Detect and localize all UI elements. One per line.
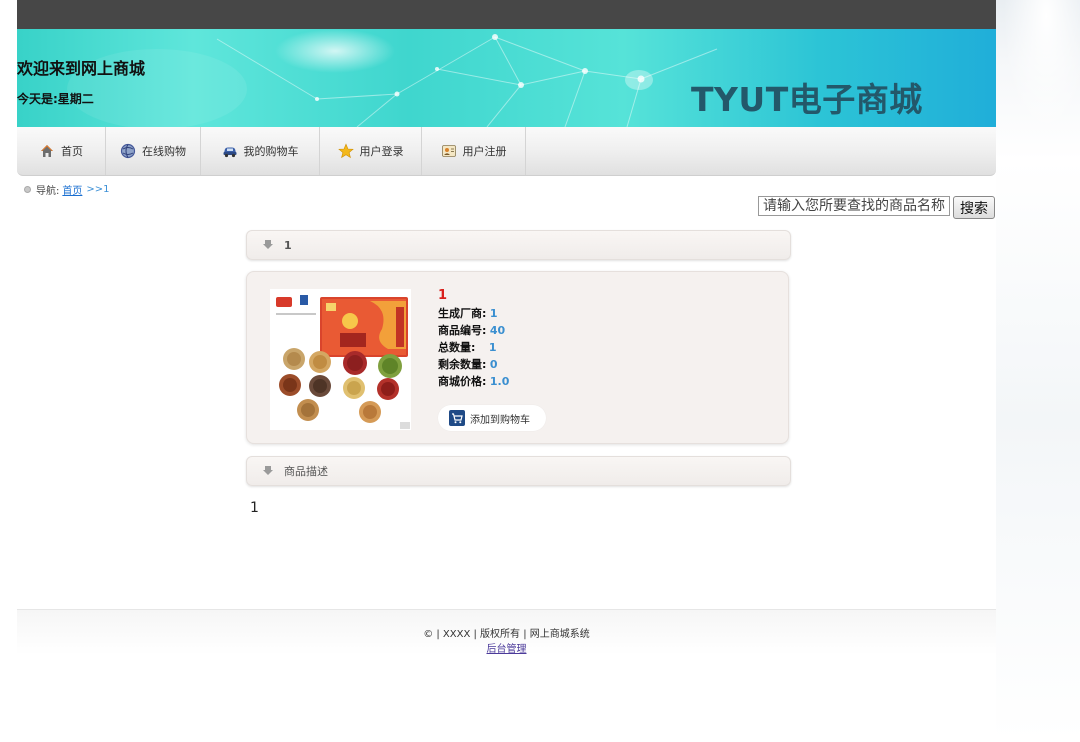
main-navigation: 首页 在线购物 我的购物车 用户登录 用户注册 <box>17 127 996 176</box>
price-label: 商城价格: <box>438 375 487 388</box>
add-to-cart-label: 添加到购物车 <box>470 414 530 426</box>
download-arrow-icon <box>263 240 273 249</box>
nav-item-label: 用户注册 <box>462 145 507 158</box>
add-to-cart-button[interactable]: 添加到购物车 <box>438 405 546 431</box>
nav-item-label: 在线购物 <box>142 145 186 158</box>
footer-admin-line: 后台管理 <box>17 640 996 655</box>
id-card-icon <box>441 145 456 157</box>
page-backdrop <box>996 0 1080 742</box>
nav-item-online-shopping[interactable]: 在线购物 <box>106 127 201 175</box>
remaining-quantity-label: 剩余数量: <box>438 358 487 371</box>
description-section-header: 商品描述 <box>246 456 791 486</box>
bullet-icon <box>24 186 31 193</box>
total-quantity-label: 总数量: <box>438 341 476 354</box>
today-weekday-text: 今天是:星期二 <box>17 92 94 106</box>
page: 欢迎来到网上商城 今天是:星期二 TYUT电子商城 首页 在线购物 我的购物车 … <box>17 0 996 742</box>
header-banner: 欢迎来到网上商城 今天是:星期二 TYUT电子商城 <box>17 29 996 127</box>
nav-item-my-cart[interactable]: 我的购物车 <box>201 127 320 175</box>
manufacturer-value: 1 <box>489 307 498 320</box>
product-description-text: 1 <box>250 500 259 516</box>
footer: © | XXXX | 版权所有 | 网上商城系统 后台管理 <box>17 609 996 655</box>
top-bar <box>17 0 996 29</box>
breadcrumb-prefix: 导航: <box>36 186 60 197</box>
car-icon <box>223 147 236 158</box>
nav-item-label: 我的购物车 <box>243 145 299 158</box>
product-image[interactable] <box>270 289 411 430</box>
site-brand-title: TYUT电子商城 <box>691 80 923 119</box>
welcome-text: 欢迎来到网上商城 <box>17 59 146 78</box>
download-arrow-icon <box>263 466 273 475</box>
nav-item-home[interactable]: 首页 <box>17 127 106 175</box>
shopping-cart-icon <box>449 410 465 426</box>
breadcrumb-current: >>1 <box>86 184 110 195</box>
search-button[interactable]: 搜索 <box>953 196 995 219</box>
remaining-quantity-row: 剩余数量: 0 <box>438 356 509 373</box>
nav-item-user-register[interactable]: 用户注册 <box>422 127 526 175</box>
breadcrumb: 导航: 首页 >>1 <box>24 182 110 197</box>
nav-item-label: 用户登录 <box>359 145 404 158</box>
admin-link[interactable]: 后台管理 <box>487 644 527 655</box>
price-value: 1.0 <box>489 375 510 388</box>
product-section-header: 1 <box>246 230 791 260</box>
globe-icon <box>120 143 136 159</box>
description-section-title: 商品描述 <box>284 465 328 478</box>
home-icon <box>41 145 53 157</box>
search-input[interactable] <box>758 196 950 216</box>
copyright-text: © | XXXX | 版权所有 | 网上商城系统 <box>423 629 590 640</box>
product-card: 1 生成厂商: 1 商品编号: 40 总数量: 1 剩余数量: 0 商城价格: … <box>246 271 789 444</box>
product-section-title: 1 <box>284 238 292 252</box>
total-quantity-row: 总数量: 1 <box>438 339 509 356</box>
manufacturer-label: 生成厂商: <box>438 307 487 320</box>
manufacturer-row: 生成厂商: 1 <box>438 305 509 322</box>
product-code-value: 40 <box>489 324 506 337</box>
product-name: 1 <box>438 288 448 303</box>
remaining-quantity-value: 0 <box>489 358 498 371</box>
product-code-label: 商品编号: <box>438 324 487 337</box>
search-bar: 搜索 <box>758 196 995 219</box>
star-icon <box>337 143 354 159</box>
breadcrumb-home-link[interactable]: 首页 <box>62 182 82 197</box>
nav-item-user-login[interactable]: 用户登录 <box>320 127 422 175</box>
product-info: 1 生成厂商: 1 商品编号: 40 总数量: 1 剩余数量: 0 商城价格: … <box>438 287 509 390</box>
product-code-row: 商品编号: 40 <box>438 322 509 339</box>
nav-item-label: 首页 <box>61 145 83 158</box>
price-row: 商城价格: 1.0 <box>438 373 509 390</box>
snack-giftbox-picture <box>270 289 411 430</box>
total-quantity-value: 1 <box>488 341 497 354</box>
